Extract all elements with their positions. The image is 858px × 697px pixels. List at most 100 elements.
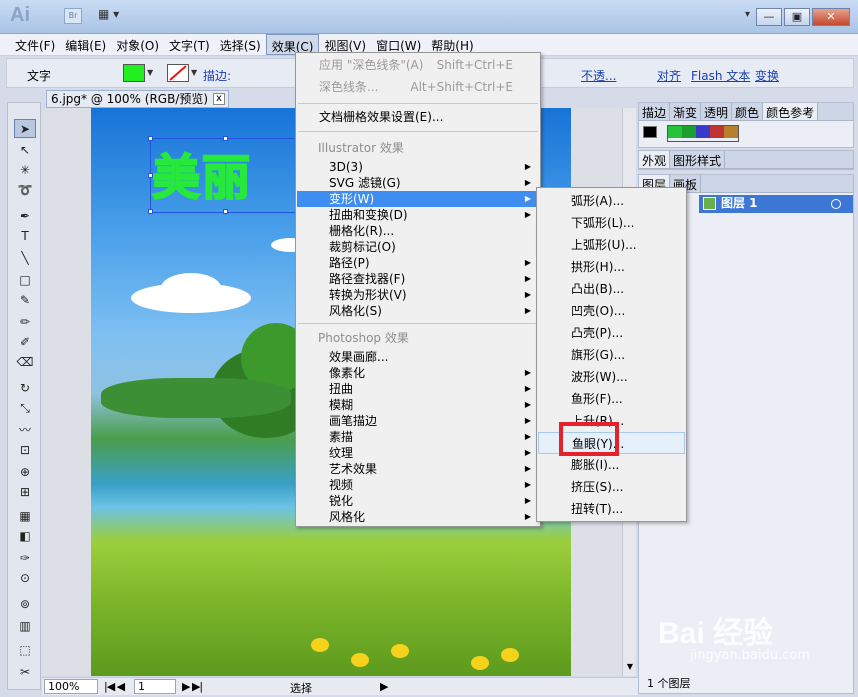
pen-tool-icon[interactable]: ✒ <box>14 207 36 226</box>
menu-type[interactable]: 文字(T) <box>164 34 215 55</box>
resize-handle[interactable] <box>223 209 228 214</box>
color-guide-swatch[interactable] <box>723 126 738 138</box>
first-page-icon[interactable]: |◀ ◀ <box>104 680 125 693</box>
fill-dropdown-icon[interactable]: ▼ <box>147 65 157 81</box>
effect-path-item[interactable]: 路径(P) ▶ <box>297 255 539 271</box>
color-guide-swatch[interactable] <box>667 126 682 138</box>
slice-tool-icon[interactable]: ✂ <box>14 663 36 682</box>
color-guide-swatch[interactable] <box>709 126 724 138</box>
menu-select[interactable]: 选择(S) <box>215 34 266 55</box>
scroll-down-arrow-icon[interactable]: ▼ <box>623 662 637 676</box>
ps-brush-strokes-item[interactable]: 画笔描边 ▶ <box>297 413 539 429</box>
zoom-field[interactable]: 100% <box>44 679 98 694</box>
effect-warp-item[interactable]: 变形(W) ▶ <box>297 191 539 207</box>
status-menu-arrow-icon[interactable]: ▶ <box>380 680 388 693</box>
artboard-tool-icon[interactable]: ⬚ <box>14 641 36 660</box>
raster-effects-settings-item[interactable]: 文档栅格效果设置(E)... <box>297 109 539 125</box>
tab-gradient[interactable]: 渐变 <box>670 103 702 120</box>
rectangle-tool-icon[interactable]: □ <box>14 271 36 290</box>
base-color-swatch[interactable] <box>643 126 657 138</box>
color-guide-swatch[interactable] <box>695 126 710 138</box>
ps-pixelate-item[interactable]: 像素化 ▶ <box>297 365 539 381</box>
type-tool-icon[interactable]: T <box>14 227 36 246</box>
bridge-button[interactable]: Br <box>64 8 82 24</box>
opacity-link[interactable]: 不透... <box>581 67 616 84</box>
direct-selection-tool-icon[interactable]: ↖ <box>14 141 36 160</box>
warp-bulge-item[interactable]: 凸出(B)... <box>538 278 685 300</box>
page-field[interactable]: 1 <box>134 679 176 694</box>
layer-target-icon[interactable] <box>831 199 841 209</box>
effect-pathfinder-item[interactable]: 路径查找器(F) ▶ <box>297 271 539 287</box>
resize-handle[interactable] <box>148 136 153 141</box>
warp-squeeze-item[interactable]: 挤压(S)... <box>538 476 685 498</box>
blend-tool-icon[interactable]: ⊙ <box>14 569 36 588</box>
ps-stylize-item[interactable]: 风格化 ▶ <box>297 509 539 525</box>
close-button[interactable]: ✕ <box>812 8 850 26</box>
eraser-tool-icon[interactable]: ⌫ <box>14 353 36 372</box>
tab-color-guide[interactable]: 颜色参考 <box>763 103 819 120</box>
minimize-button[interactable]: — <box>756 8 782 26</box>
warp-twist-item[interactable]: 扭转(T)... <box>538 498 685 520</box>
warp-arc-upper-item[interactable]: 上弧形(U)... <box>538 234 685 256</box>
menu-file[interactable]: 文件(F) <box>10 34 60 55</box>
magic-wand-tool-icon[interactable]: ✳ <box>14 161 36 180</box>
ps-blur-item[interactable]: 模糊 ▶ <box>297 397 539 413</box>
close-tab-button[interactable]: x <box>213 93 225 105</box>
maximize-button[interactable]: ▣ <box>784 8 810 26</box>
warp-arc-lower-item[interactable]: 下弧形(L)... <box>538 212 685 234</box>
graph-tool-icon[interactable]: ▥ <box>14 617 36 636</box>
effect-crop-marks-item[interactable]: 裁剪标记(O) <box>297 239 539 255</box>
effect-distort-transform-item[interactable]: 扭曲和变换(D) ▶ <box>297 207 539 223</box>
scale-tool-icon[interactable]: ⤡ <box>14 399 36 418</box>
blob-brush-tool-icon[interactable]: ✐ <box>14 333 36 352</box>
ps-sharpen-item[interactable]: 锐化 ▶ <box>297 493 539 509</box>
perspective-grid-tool-icon[interactable]: ⊞ <box>14 483 36 502</box>
line-tool-icon[interactable]: ╲ <box>14 249 36 268</box>
resize-handle[interactable] <box>148 209 153 214</box>
tab-color[interactable]: 颜色 <box>732 103 764 120</box>
arrange-documents-button[interactable]: ▦ ▾ <box>98 7 128 25</box>
align-link[interactable]: 对齐 <box>657 67 681 84</box>
apply-last-effect-item[interactable]: 应用 "深色线条"(A) Shift+Ctrl+E <box>297 57 539 73</box>
gradient-tool-icon[interactable]: ◧ <box>14 527 36 546</box>
warp-fish-item[interactable]: 鱼形(F)... <box>538 388 685 410</box>
menu-object[interactable]: 对象(O) <box>111 34 164 55</box>
warp-tool-icon[interactable]: 〰 <box>14 421 36 440</box>
selection-tool-icon[interactable]: ➤ <box>14 119 36 138</box>
shape-builder-tool-icon[interactable]: ⊕ <box>14 463 36 482</box>
flash-text-link[interactable]: Flash 文本 <box>691 67 750 84</box>
last-effect-item[interactable]: 深色线条... Alt+Shift+Ctrl+E <box>297 79 539 95</box>
ps-video-item[interactable]: 视频 ▶ <box>297 477 539 493</box>
effect-rasterize-item[interactable]: 栅格化(R)... <box>297 223 539 239</box>
eyedropper-tool-icon[interactable]: ✑ <box>14 549 36 568</box>
color-guide-swatch[interactable] <box>681 126 696 138</box>
mesh-tool-icon[interactable]: ▦ <box>14 507 36 526</box>
stroke-label[interactable]: 描边: <box>203 67 231 84</box>
warp-shell-lower-item[interactable]: 凹壳(O)... <box>538 300 685 322</box>
warp-arch-item[interactable]: 拱形(H)... <box>538 256 685 278</box>
effect-convert-shape-item[interactable]: 转换为形状(V) ▶ <box>297 287 539 303</box>
workspace-dropdown[interactable]: ▾ <box>745 9 750 20</box>
pencil-tool-icon[interactable]: ✏ <box>14 313 36 332</box>
menu-edit[interactable]: 编辑(E) <box>60 34 111 55</box>
effect-svg-filters-item[interactable]: SVG 滤镜(G) ▶ <box>297 175 539 191</box>
effect-stylize-item[interactable]: 风格化(S) ▶ <box>297 303 539 319</box>
ps-texture-item[interactable]: 纹理 ▶ <box>297 445 539 461</box>
ps-sketch-item[interactable]: 素描 ▶ <box>297 429 539 445</box>
warp-wave-item[interactable]: 波形(W)... <box>538 366 685 388</box>
status-tool-label[interactable]: 选择 <box>290 680 312 696</box>
resize-handle[interactable] <box>223 136 228 141</box>
ps-artistic-item[interactable]: 艺术效果 ▶ <box>297 461 539 477</box>
transform-link[interactable]: 变换 <box>755 67 779 84</box>
ps-distort-item[interactable]: 扭曲 ▶ <box>297 381 539 397</box>
warp-shell-upper-item[interactable]: 凸壳(P)... <box>538 322 685 344</box>
paintbrush-tool-icon[interactable]: ✎ <box>14 291 36 310</box>
warp-inflate-item[interactable]: 膨胀(I)... <box>538 454 685 476</box>
stroke-dropdown-icon[interactable]: ▼ <box>191 65 201 81</box>
layer-row[interactable]: 图层 1 <box>699 195 853 213</box>
last-page-icon[interactable]: ▶ ▶| <box>182 680 203 693</box>
free-transform-tool-icon[interactable]: ⊡ <box>14 441 36 460</box>
warp-arc-item[interactable]: 弧形(A)... <box>538 190 685 212</box>
lasso-tool-icon[interactable]: ➰ <box>14 181 36 200</box>
warp-flag-item[interactable]: 旗形(G)... <box>538 344 685 366</box>
